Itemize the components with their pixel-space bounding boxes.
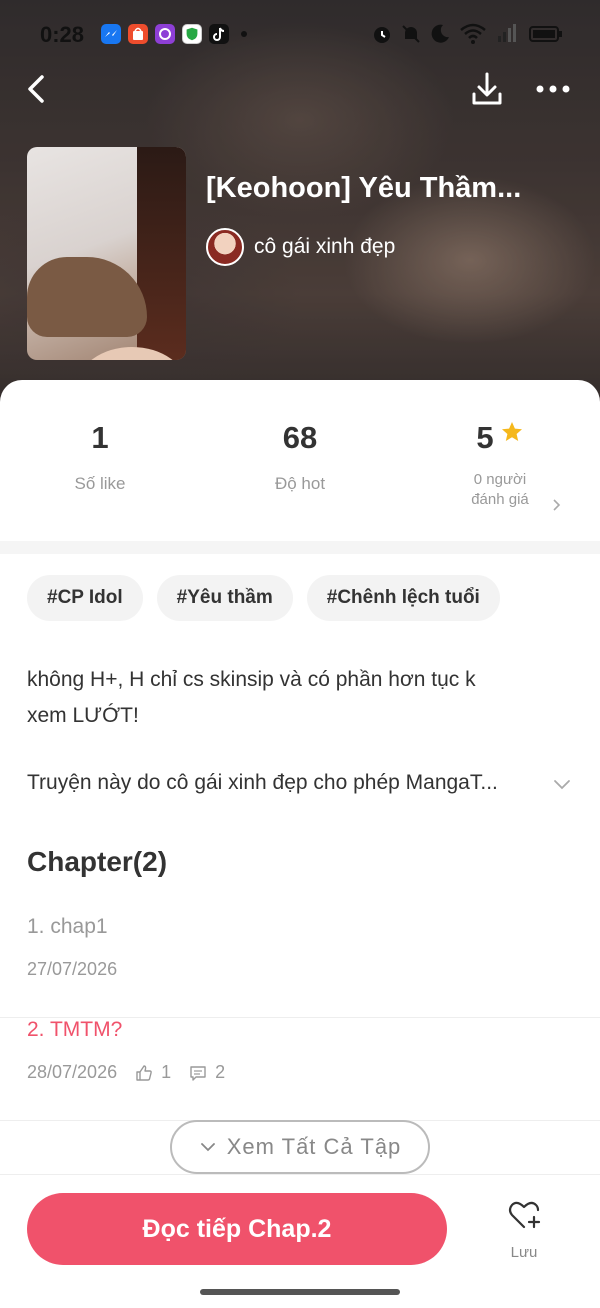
- description-line: Truyện này do cô gái xinh đẹp cho phép M…: [27, 771, 498, 794]
- star-icon: [501, 422, 522, 441]
- chapter-title: 2. TMTM?: [27, 1018, 123, 1041]
- chapter-comment-count: 2: [215, 1062, 226, 1082]
- likes-value: 1: [91, 420, 109, 455]
- chevron-down-icon: [200, 1143, 215, 1152]
- chapter-date: 28/07/2026: [27, 1062, 118, 1082]
- description-line: xem LƯỚT!: [27, 704, 139, 727]
- tag-chip[interactable]: #CP Idol: [27, 575, 143, 621]
- chapter-title: 1. chap1: [27, 915, 108, 938]
- heart-plus-icon: [508, 1201, 541, 1229]
- likes-label: Số like: [74, 474, 126, 493]
- shield-app-icon: [182, 24, 202, 44]
- hot-value: 68: [282, 420, 318, 455]
- rating-value: 5: [476, 420, 494, 455]
- tag-chip[interactable]: #Yêu thầm: [156, 575, 293, 621]
- chevron-down-icon[interactable]: [552, 774, 572, 794]
- rating-stat[interactable]: 5 0 người đánh giá: [400, 418, 600, 510]
- story-cover-image: [27, 147, 186, 360]
- do-not-disturb-icon: [428, 22, 452, 46]
- story-description: không H+, H chỉ cs skinsip và có phần hơ…: [27, 662, 547, 734]
- hot-stat: 68 Độ hot: [200, 418, 400, 494]
- author-name: cô gái xinh đẹp: [254, 235, 396, 258]
- messenger-icon: [101, 24, 121, 44]
- more-button[interactable]: [534, 70, 572, 110]
- back-icon: [28, 75, 44, 103]
- battery-icon: [528, 22, 564, 46]
- tag-chip[interactable]: #Chênh lệch tuổi: [306, 575, 500, 621]
- hot-label: Độ hot: [274, 474, 326, 493]
- mute-icon: [399, 22, 423, 46]
- chapter-date: 27/07/2026: [27, 959, 118, 979]
- story-title: [Keohoon] Yêu Thầm...: [206, 172, 522, 204]
- download-button[interactable]: [470, 70, 504, 110]
- story-details-sheet: 1 Số like 68 Độ hot 5 0 người đánh giá #…: [0, 380, 600, 1308]
- signal-icon: [494, 22, 518, 46]
- rating-count-line1: 0 người: [473, 471, 527, 488]
- author-link[interactable]: cô gái xinh đẹp: [206, 227, 395, 267]
- save-label: Lưu: [510, 1244, 538, 1261]
- chapter-like-count: 1: [161, 1062, 172, 1082]
- description-line: không H+, H chỉ cs skinsip và có phần hơ…: [27, 668, 476, 691]
- bottom-action-bar: Đọc tiếp Chap.2 Lưu: [0, 1174, 600, 1308]
- status-bar: 0:28: [0, 0, 600, 70]
- section-divider: [0, 541, 600, 554]
- chapter-heading: Chapter(2): [27, 846, 168, 877]
- thumbs-up-icon: [136, 1064, 152, 1081]
- alarm-icon: [370, 22, 394, 46]
- chapter-row[interactable]: 2. TMTM? 28/07/2026 1 2: [0, 1018, 600, 1121]
- tiktok-icon: [209, 24, 229, 44]
- chapter-row[interactable]: 1. chap1 27/07/2026: [0, 915, 600, 1018]
- likes-stat: 1 Số like: [0, 418, 200, 494]
- home-indicator[interactable]: [200, 1289, 400, 1295]
- chapter-meta: 27/07/2026: [27, 959, 117, 980]
- more-notifications-dot: [241, 31, 247, 37]
- see-all-chapters-button[interactable]: Xem Tất Cả Tập: [170, 1120, 430, 1174]
- see-all-label: Xem Tất Cả Tập: [226, 1134, 402, 1159]
- more-icon: [536, 85, 570, 93]
- shopee-icon: [128, 24, 148, 44]
- stats-row: 1 Số like 68 Độ hot 5 0 người đánh giá: [0, 418, 600, 538]
- author-avatar: [206, 228, 244, 266]
- top-bar: [0, 70, 600, 110]
- status-time: 0:28: [40, 22, 85, 47]
- chevron-right-icon[interactable]: [550, 498, 564, 512]
- wifi-icon: [458, 22, 488, 46]
- app-icon: [155, 24, 175, 44]
- download-icon: [472, 72, 502, 105]
- continue-reading-button[interactable]: Đọc tiếp Chap.2: [27, 1193, 447, 1265]
- comment-icon: [190, 1065, 206, 1081]
- back-button[interactable]: [22, 70, 54, 110]
- rating-count-line2: đánh giá: [471, 491, 529, 508]
- rating-count: 0 người đánh giá: [400, 470, 600, 510]
- tag-list: #CP Idol #Yêu thầm #Chênh lệch tuổi: [27, 575, 500, 621]
- save-button[interactable]: Lưu: [496, 1197, 552, 1267]
- chapter-meta: 28/07/2026 1 2: [27, 1062, 225, 1083]
